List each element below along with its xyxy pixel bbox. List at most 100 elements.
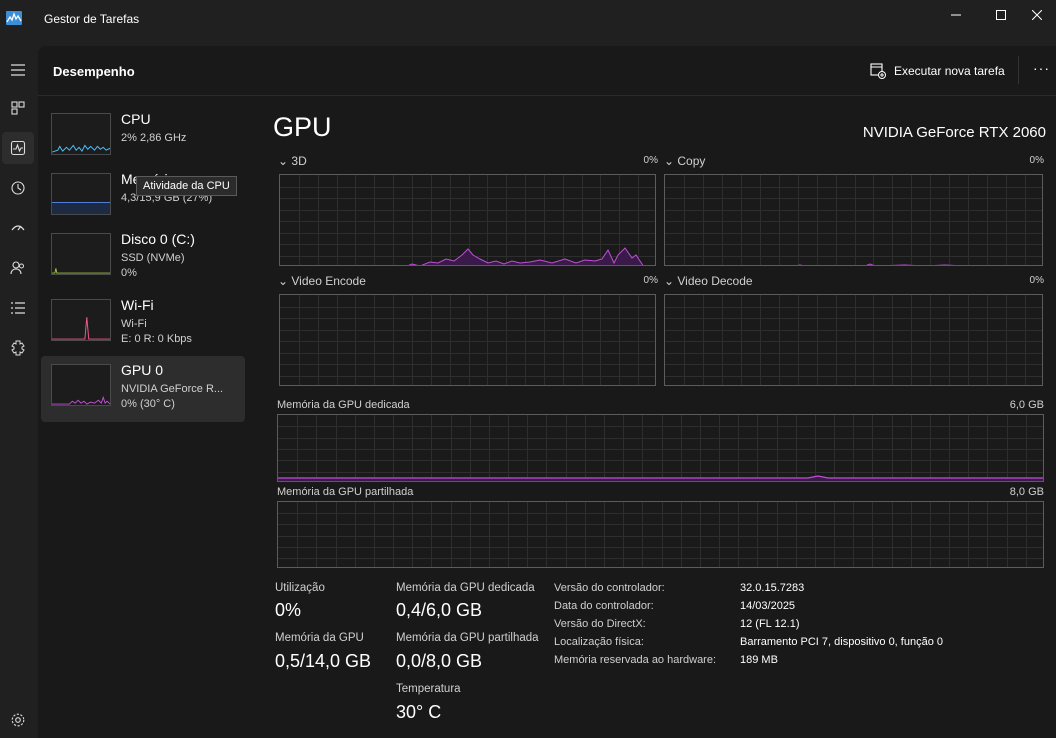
page-title: Desempenho [53, 64, 135, 79]
shared-memory-value: 0,0/8,0 GB [396, 651, 483, 671]
device-detail: NVIDIA GeForce R... [121, 383, 224, 395]
main-panel: Desempenho Executar nova tarefa ··· CPU … [38, 46, 1056, 738]
header-divider [1018, 56, 1019, 84]
tooltip: Atividade da CPU [136, 176, 237, 196]
engine-copy-selector[interactable]: ⌄ Copy [664, 154, 705, 168]
minimize-icon [951, 14, 961, 16]
nav-app-history[interactable] [2, 172, 34, 204]
services-icon [11, 340, 25, 356]
gpu-title: GPU [273, 112, 332, 142]
page-header: Desempenho Executar nova tarefa ··· [38, 46, 1056, 96]
dedicated-memory-graph-max: 6,0 GB [1009, 399, 1044, 411]
engine-3d-percent: 0% [643, 155, 658, 166]
nav-services[interactable] [2, 332, 34, 364]
gpu-model-name: NVIDIA GeForce RTX 2060 [862, 124, 1046, 141]
device-name: CPU [121, 111, 151, 127]
shared-memory-graph [277, 501, 1044, 568]
dedicated-memory-label: Memória da GPU dedicada [396, 582, 535, 594]
driver-date-key: Data do controlador: [554, 600, 654, 612]
settings-icon [11, 713, 25, 727]
utilization-label: Utilização [275, 582, 325, 594]
device-throughput: E: 0 R: 0 Kbps [121, 333, 192, 345]
hamburger-icon [11, 64, 25, 76]
engine-copy-percent: 0% [1029, 155, 1044, 166]
nav-users[interactable] [2, 252, 34, 284]
close-button[interactable] [1018, 0, 1056, 30]
memory-thumbnail-graph [51, 173, 111, 215]
maximize-icon [996, 10, 1006, 20]
device-detail: 2% 2,86 GHz [121, 132, 187, 144]
nav-details[interactable] [2, 292, 34, 324]
engine-copy-plot [665, 175, 1042, 265]
engine-label: Copy [677, 154, 706, 168]
gpu-memory-label: Memória da GPU [275, 632, 364, 644]
engine-3d-selector[interactable]: ⌄ 3D [278, 154, 307, 168]
dedicated-memory-plot [278, 415, 1043, 481]
more-options-button[interactable]: ··· [1033, 60, 1050, 76]
engine-video-decode-plot [665, 295, 1042, 385]
nav-processes[interactable] [2, 92, 34, 124]
engine-copy-graph [664, 174, 1043, 266]
cpu-thumbnail-graph [51, 113, 111, 155]
engine-label: Video Encode [291, 274, 366, 288]
temperature-label: Temperatura [396, 683, 461, 695]
nav-menu-button[interactable] [2, 54, 34, 86]
engine-video-decode-graph [664, 294, 1043, 386]
startup-icon [11, 225, 25, 231]
engine-video-decode-selector[interactable]: ⌄ Video Decode [664, 274, 753, 288]
device-name: Disco 0 (C:) [121, 231, 195, 247]
engine-video-encode-graph [279, 294, 656, 386]
performance-icon [10, 140, 26, 156]
hardware-reserved-memory-value: 189 MB [740, 654, 778, 666]
nav-settings[interactable] [2, 704, 34, 736]
users-icon [10, 261, 24, 275]
run-new-task-button[interactable]: Executar nova tarefa [870, 63, 1005, 79]
shared-memory-label: Memória da GPU partilhada [396, 632, 539, 644]
directx-version-value: 12 (FL 12.1) [740, 618, 800, 630]
driver-version-key: Versão do controlador: [554, 582, 665, 594]
utilization-value: 0% [275, 600, 302, 620]
run-new-task-label: Executar nova tarefa [894, 64, 1005, 78]
device-cpu[interactable]: CPU 2% 2,86 GHz [41, 105, 245, 171]
physical-location-key: Localização física: [554, 636, 644, 648]
shared-memory-plot [278, 502, 1043, 567]
engine-video-encode-plot [280, 295, 655, 385]
device-memory[interactable]: Memória 4,3/15,9 GB (27%) [41, 165, 245, 231]
engine-label: Video Decode [677, 274, 753, 288]
dedicated-memory-value: 0,4/6,0 GB [396, 600, 483, 620]
hardware-reserved-memory-key: Memória reservada ao hardware: [554, 654, 717, 666]
nav-performance[interactable] [2, 132, 34, 164]
device-name: Wi-Fi [121, 297, 154, 313]
engine-3d-plot [280, 175, 655, 265]
processes-icon [11, 101, 25, 115]
engine-label: 3D [291, 154, 307, 168]
device-wifi[interactable]: Wi-Fi Wi-Fi E: 0 R: 0 Kbps [41, 291, 245, 357]
gpu-memory-value: 0,5/14,0 GB [275, 651, 372, 671]
wifi-thumbnail-graph [51, 299, 111, 341]
driver-date-value: 14/03/2025 [740, 600, 796, 612]
gpu-thumbnail-graph [51, 364, 111, 406]
device-usage: 0% (30° C) [121, 398, 175, 410]
physical-location-value: Barramento PCI 7, dispositivo 0, função … [740, 636, 943, 648]
engine-video-encode-percent: 0% [643, 275, 658, 286]
dedicated-memory-graph [277, 414, 1044, 482]
device-detail: SSD (NVMe) [121, 252, 185, 264]
engine-video-encode-selector[interactable]: ⌄ Video Encode [278, 274, 366, 288]
shared-memory-graph-label: Memória da GPU partilhada [277, 486, 414, 498]
window-title: Gestor de Tarefas [44, 12, 140, 26]
task-manager-app-icon [6, 11, 22, 25]
minimize-button[interactable] [933, 0, 979, 30]
new-task-icon [870, 63, 886, 79]
title-bar: Gestor de Tarefas [0, 0, 1056, 40]
details-icon [11, 302, 25, 314]
nav-startup-apps[interactable] [2, 212, 34, 244]
driver-version-value: 32.0.15.7283 [740, 582, 805, 594]
disk-thumbnail-graph [51, 233, 111, 275]
temperature-value: 30° C [396, 702, 442, 722]
device-gpu[interactable]: GPU 0 NVIDIA GeForce R... 0% (30° C) [41, 356, 245, 422]
dedicated-memory-graph-label: Memória da GPU dedicada [277, 399, 410, 411]
device-disk[interactable]: Disco 0 (C:) SSD (NVMe) 0% [41, 225, 245, 291]
device-usage: 0% [121, 267, 137, 279]
device-detail: Wi-Fi [121, 318, 147, 330]
directx-version-key: Versão do DirectX: [554, 618, 646, 630]
